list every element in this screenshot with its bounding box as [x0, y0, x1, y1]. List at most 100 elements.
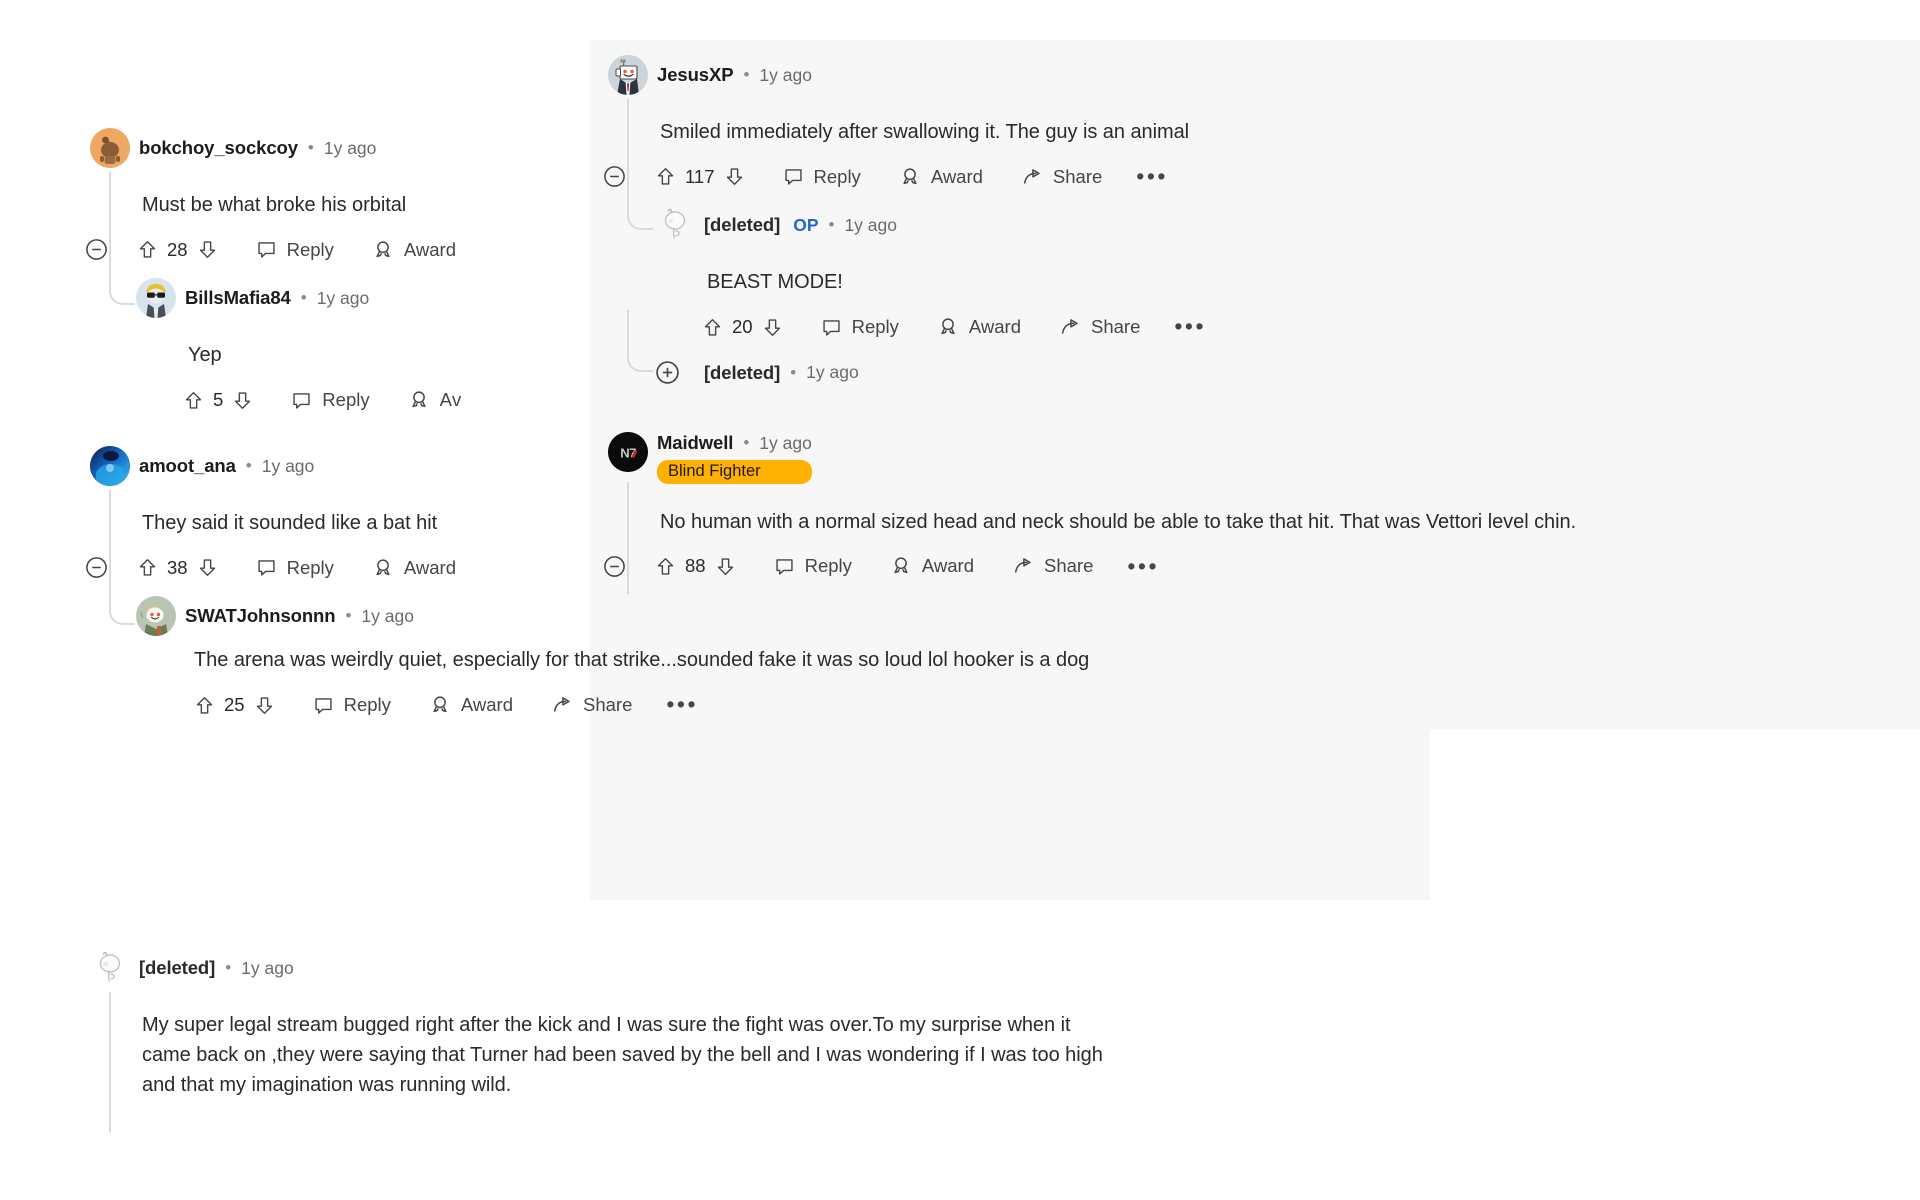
- downvote-arrow-icon[interactable]: [232, 390, 253, 411]
- upvote-arrow-icon[interactable]: [137, 557, 158, 578]
- vote-group[interactable]: 38: [137, 557, 218, 579]
- share-button[interactable]: Share: [1059, 316, 1140, 338]
- comment-author[interactable]: JesusXP: [657, 64, 734, 86]
- comment-body: My super legal stream bugged right after…: [142, 1010, 1390, 1100]
- avatar[interactable]: [655, 205, 695, 245]
- more-options-button[interactable]: •••: [666, 693, 698, 715]
- avatar[interactable]: [90, 128, 130, 168]
- avatar[interactable]: [136, 596, 176, 636]
- vote-count: 25: [224, 694, 245, 715]
- vote-count: 117: [685, 165, 715, 187]
- reply-button[interactable]: Reply: [256, 557, 334, 579]
- comment-actions[interactable]: 38 Reply Award: [85, 556, 590, 579]
- vote-group[interactable]: 117: [655, 166, 745, 188]
- award-medal-icon: [433, 696, 447, 713]
- comment-author[interactable]: [deleted]: [704, 362, 780, 384]
- award-label: Award: [403, 238, 456, 260]
- reply-button[interactable]: Reply: [783, 166, 861, 188]
- avatar[interactable]: N7: [608, 432, 648, 472]
- comment-actions[interactable]: 25 Reply Award Share •••: [194, 693, 1394, 716]
- comment-body: No human with a normal sized head and ne…: [660, 510, 1577, 533]
- reply-label: Reply: [286, 238, 334, 260]
- comment-actions[interactable]: 88 Reply Award Share •••: [603, 555, 1918, 578]
- reply-button[interactable]: Reply: [774, 555, 852, 577]
- comment-author[interactable]: Maidwell: [657, 432, 733, 454]
- more-options-button[interactable]: •••: [1174, 315, 1206, 337]
- op-badge: OP: [793, 214, 819, 235]
- comment-author[interactable]: BillsMafia84: [185, 287, 291, 309]
- award-button[interactable]: Award: [429, 694, 513, 716]
- comment-author[interactable]: [deleted]: [704, 214, 780, 236]
- award-label: Award: [921, 555, 974, 577]
- collapse-minus-circle-icon: [604, 166, 625, 187]
- downvote-arrow-icon[interactable]: [715, 556, 736, 577]
- comment-deleted-collapsed[interactable]: [deleted] • 1y ago: [655, 360, 1155, 385]
- award-button[interactable]: Award: [372, 239, 456, 261]
- award-button[interactable]: Award: [899, 166, 983, 188]
- comment-deleted-bottom[interactable]: [deleted] • 1y ago My super legal stream…: [90, 948, 1390, 1132]
- downvote-arrow-icon[interactable]: [197, 239, 218, 260]
- avatar[interactable]: [90, 948, 130, 988]
- comment-bubble-icon: [314, 697, 332, 714]
- downvote-arrow-icon[interactable]: [197, 557, 218, 578]
- comment-timestamp: 1y ago: [241, 957, 294, 978]
- comment-author[interactable]: bokchoy_sockcoy: [139, 137, 298, 159]
- downvote-arrow-icon[interactable]: [724, 166, 745, 187]
- award-button[interactable]: Award: [890, 555, 974, 577]
- comment-maidwell[interactable]: N7 Maidwell • 1y ago Blind Fighter No hu…: [604, 432, 1918, 594]
- comment-swat-header[interactable]: SWATJohnsonnn • 1y ago: [136, 596, 590, 636]
- deleted-user-snoo-icon: [664, 208, 686, 239]
- comment-actions[interactable]: 117 Reply Award Share •••: [603, 165, 1908, 188]
- comment-author[interactable]: [deleted]: [139, 957, 215, 979]
- share-button[interactable]: Share: [1012, 555, 1093, 577]
- upvote-arrow-icon[interactable]: [194, 695, 215, 716]
- vote-group[interactable]: 20: [702, 316, 783, 338]
- award-button[interactable]: Award: [372, 557, 456, 579]
- comment-jesusxp[interactable]: JesusXP • 1y ago Smiled immediately afte…: [604, 55, 1908, 199]
- avatar[interactable]: [136, 278, 176, 318]
- vote-group[interactable]: 5: [183, 389, 253, 411]
- award-medal-icon: [903, 167, 917, 184]
- vote-group[interactable]: 28: [137, 239, 218, 261]
- comment-body: Smiled immediately after swallowing it. …: [660, 121, 1190, 143]
- more-options-button[interactable]: •••: [1127, 555, 1159, 577]
- comment-body: Yep: [188, 344, 222, 366]
- vote-count: 88: [685, 555, 706, 577]
- upvote-arrow-icon[interactable]: [702, 317, 723, 338]
- collapse-button[interactable]: [603, 555, 655, 578]
- upvote-arrow-icon[interactable]: [183, 390, 204, 411]
- reply-button[interactable]: Reply: [291, 389, 370, 411]
- comment-deleted-op[interactable]: [deleted] OP • 1y ago BEAST MODE! 20 Rep…: [655, 205, 1415, 338]
- upvote-arrow-icon[interactable]: [655, 166, 676, 187]
- reply-button[interactable]: Reply: [313, 694, 391, 716]
- comment-swat-body[interactable]: The arena was weirdly quiet, especially …: [194, 645, 1394, 716]
- expand-button[interactable]: [655, 360, 680, 385]
- comment-actions[interactable]: 28 Reply Award: [85, 238, 590, 261]
- upvote-arrow-icon[interactable]: [655, 556, 676, 577]
- share-button[interactable]: Share: [551, 694, 632, 716]
- share-button[interactable]: Share: [1021, 166, 1102, 188]
- comment-bokchoy[interactable]: bokchoy_sockcoy • 1y ago Must be what br…: [86, 128, 590, 272]
- vote-count: 28: [167, 238, 188, 260]
- comment-bubble-icon: [293, 392, 310, 409]
- downvote-arrow-icon[interactable]: [254, 695, 275, 716]
- comment-actions[interactable]: 20 Reply Award Share •••: [702, 315, 1415, 338]
- comment-actions[interactable]: 5 Reply Aᴠ: [183, 389, 590, 411]
- downvote-arrow-icon[interactable]: [762, 317, 783, 338]
- comment-billsmafia[interactable]: BillsMafia84 • 1y ago Yep 5 Reply Aᴠ: [136, 278, 590, 411]
- avatar[interactable]: [90, 446, 130, 486]
- award-button[interactable]: Award: [937, 316, 1021, 338]
- vote-group[interactable]: 88: [655, 555, 736, 577]
- comment-amoot[interactable]: amoot_ana • 1y ago They said it sounded …: [86, 446, 590, 590]
- comment-author[interactable]: amoot_ana: [139, 455, 236, 477]
- reply-button[interactable]: Reply: [821, 316, 899, 338]
- vote-group[interactable]: 25: [194, 694, 275, 716]
- upvote-arrow-icon[interactable]: [137, 239, 158, 260]
- comment-author[interactable]: SWATJohnsonnn: [185, 605, 336, 627]
- more-options-button[interactable]: •••: [1136, 165, 1168, 187]
- award-button-clipped[interactable]: Aᴠ: [408, 389, 461, 411]
- share-arrow-icon: [1061, 319, 1078, 334]
- avatar[interactable]: [608, 55, 648, 95]
- award-label: Award: [968, 316, 1021, 337]
- reply-button[interactable]: Reply: [256, 239, 334, 261]
